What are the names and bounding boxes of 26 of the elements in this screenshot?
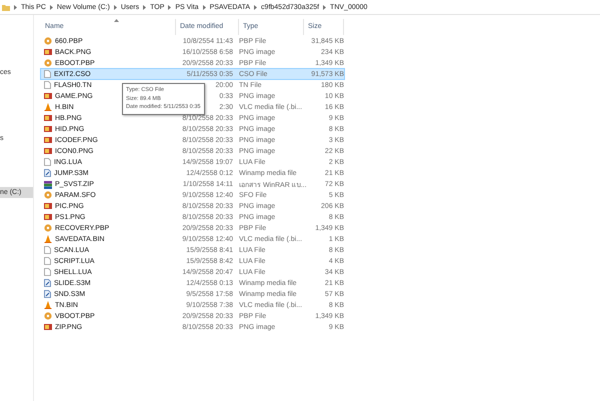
- sort-caret-icon: [114, 19, 119, 22]
- disc-package-icon: [44, 191, 52, 199]
- image-file-icon: [44, 48, 52, 56]
- folder-icon: [2, 4, 10, 10]
- chevron-right-icon: [114, 4, 117, 10]
- chevron-right-icon: [202, 4, 206, 10]
- image-file-icon: [44, 92, 52, 100]
- disc-package-icon: [44, 224, 52, 232]
- disc-package-icon: [44, 37, 52, 45]
- chevron-right-icon: [50, 4, 53, 10]
- traffic-cone-icon: [44, 235, 52, 243]
- disc-package-icon: [44, 312, 52, 320]
- media-file-icon: [44, 290, 51, 298]
- blank-file-icon: [44, 158, 51, 166]
- chevron-right-icon: [323, 4, 326, 10]
- media-file-icon: [44, 169, 51, 177]
- traffic-cone-icon: [44, 103, 52, 111]
- disc-package-icon: [44, 59, 52, 67]
- media-file-icon: [44, 279, 51, 287]
- image-file-icon: [44, 323, 52, 331]
- chevron-right-icon: [254, 4, 258, 10]
- traffic-cone-icon: [44, 301, 52, 309]
- chevron-right-icon: [168, 4, 172, 10]
- chevron-right-icon: [143, 4, 146, 10]
- archive-stack-icon: [44, 180, 52, 188]
- chevron-right-icon: [14, 4, 17, 10]
